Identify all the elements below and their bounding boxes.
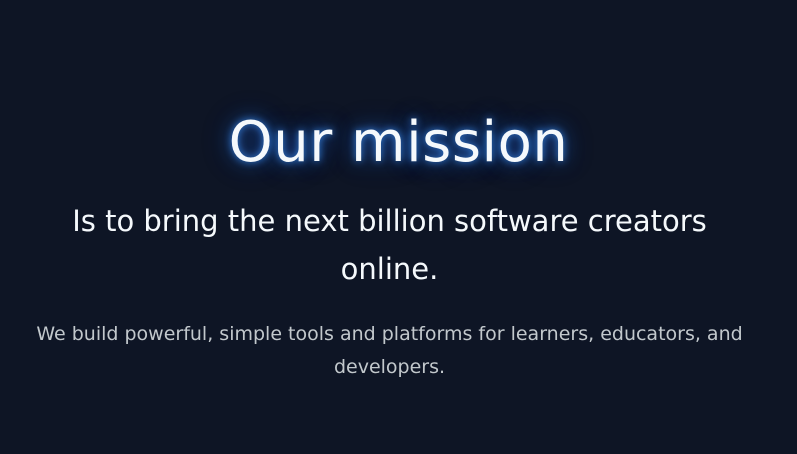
mission-statement: Is to bring the next billion software cr… <box>72 204 707 286</box>
mission-section: Our mission Is to bring the next billion… <box>0 0 797 454</box>
mission-title: Our mission <box>228 110 569 175</box>
mission-description: We build powerful, simple tools and plat… <box>36 323 743 378</box>
